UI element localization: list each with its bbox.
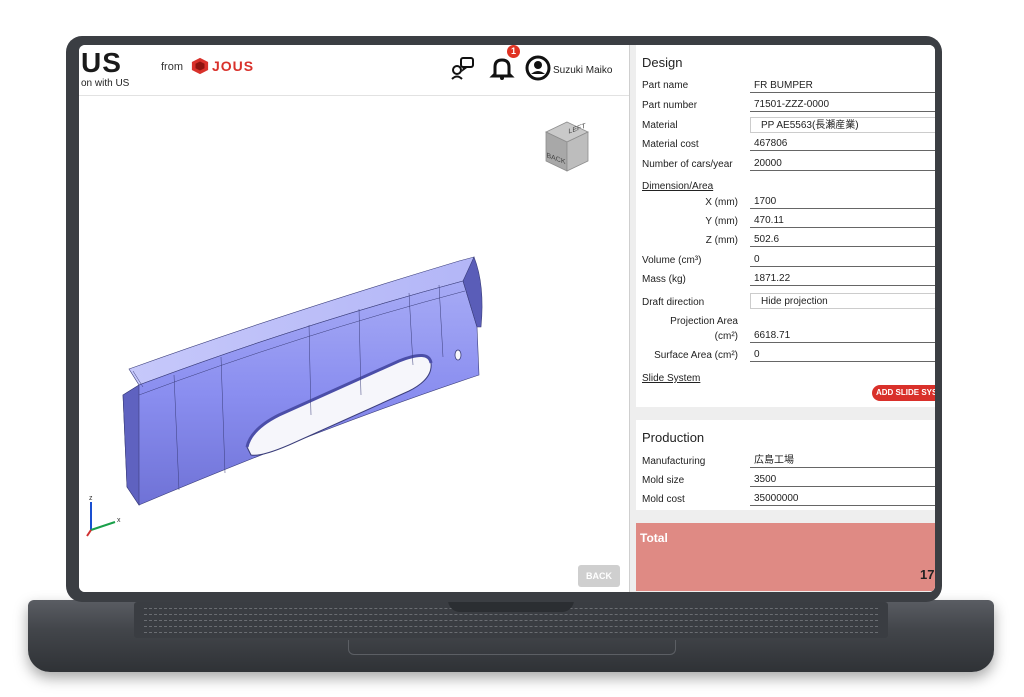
z-mm-field[interactable]: 502.6 [750, 232, 935, 247]
top-bar: US on with US from JOUS 1 Suzuki Maiko [79, 45, 629, 96]
production-card: Production Manufacturing 広島工場 Mold size … [636, 420, 935, 510]
laptop-base [28, 600, 994, 672]
production-title: Production [642, 430, 705, 445]
app-screen: US on with US from JOUS 1 Suzuki Maiko B… [79, 45, 935, 592]
part-name-field[interactable]: FR BUMPER [750, 78, 935, 93]
add-slide-system-button[interactable]: ADD SLIDE SYS [872, 385, 935, 401]
axis-label-x: x [117, 517, 121, 524]
part-number-label: Part number [642, 100, 698, 111]
part-name-label: Part name [642, 80, 689, 91]
chat-icon[interactable] [449, 55, 475, 81]
mold-size-label: Mold size [642, 475, 685, 486]
y-mm-field[interactable]: 470.11 [750, 213, 935, 228]
part-number-field[interactable]: 71501-ZZZ-0000 [750, 97, 935, 112]
user-name[interactable]: Suzuki Maiko [553, 65, 612, 76]
projection-area-field[interactable]: 6618.71 [750, 328, 935, 343]
mold-size-field[interactable]: 3500 [750, 472, 935, 487]
axis-indicator: z x [86, 495, 121, 537]
material-cost-field[interactable]: 467806 [750, 136, 935, 151]
dimension-area-link[interactable]: Dimension/Area [642, 181, 713, 192]
surface-area-label: Surface Area (cm²) [654, 350, 738, 361]
brand-cube-icon [191, 57, 209, 75]
brand-logo: JOUS [191, 57, 254, 75]
x-mm-field[interactable]: 1700 [750, 194, 935, 209]
mass-field[interactable]: 1871.22 [750, 271, 935, 286]
total-card: Total 17 [636, 523, 935, 591]
properties-panel: Design Part name FR BUMPER Part number 7… [630, 45, 935, 592]
x-mm-label: X (mm) [705, 197, 738, 208]
material-cost-label: Material cost [642, 139, 699, 150]
notification-badge: 1 [507, 45, 520, 58]
manufacturing-field[interactable]: 広島工場 [750, 453, 935, 468]
bell-icon[interactable] [489, 55, 515, 81]
mass-label: Mass (kg) [642, 274, 686, 285]
slide-system-link[interactable]: Slide System [642, 373, 700, 384]
volume-label: Volume (cm³) [642, 255, 702, 266]
surface-area-field[interactable]: 0 [750, 347, 935, 362]
projection-area-unit: (cm²) [714, 331, 738, 342]
z-mm-label: Z (mm) [705, 235, 738, 246]
material-label: Material [642, 120, 678, 131]
brand-name: JOUS [212, 58, 255, 74]
y-mm-label: Y (mm) [705, 216, 738, 227]
cars-per-year-field[interactable]: 20000 [750, 156, 935, 171]
view-cube[interactable]: BACK LEFT [543, 119, 591, 175]
app-tagline: on with US [81, 78, 130, 89]
total-value: 17 [920, 567, 935, 582]
mold-cost-label: Mold cost [642, 494, 685, 505]
design-title: Design [642, 55, 683, 70]
back-button[interactable]: BACK [578, 565, 620, 587]
design-card: Design Part name FR BUMPER Part number 7… [636, 45, 935, 407]
projection-area-label: Projection Area [670, 316, 738, 327]
trackpad [348, 640, 676, 655]
model-viewer[interactable]: US on with US from JOUS 1 Suzuki Maiko B… [79, 45, 630, 592]
volume-field[interactable]: 0 [750, 252, 935, 267]
user-avatar-icon[interactable] [525, 55, 551, 81]
total-title: Total [640, 531, 668, 545]
manufacturing-label: Manufacturing [642, 456, 706, 467]
app-logo: US [81, 47, 122, 78]
material-select[interactable]: PP AE5563(長瀬産業) [750, 117, 935, 133]
draft-direction-label: Draft direction [642, 297, 705, 308]
from-label: from [161, 61, 183, 73]
mold-cost-field[interactable]: 35000000 [750, 491, 935, 506]
draft-direction-select[interactable]: Hide projection [750, 293, 935, 309]
cars-per-year-label: Number of cars/year [642, 159, 733, 170]
axis-label-z: z [89, 495, 93, 502]
